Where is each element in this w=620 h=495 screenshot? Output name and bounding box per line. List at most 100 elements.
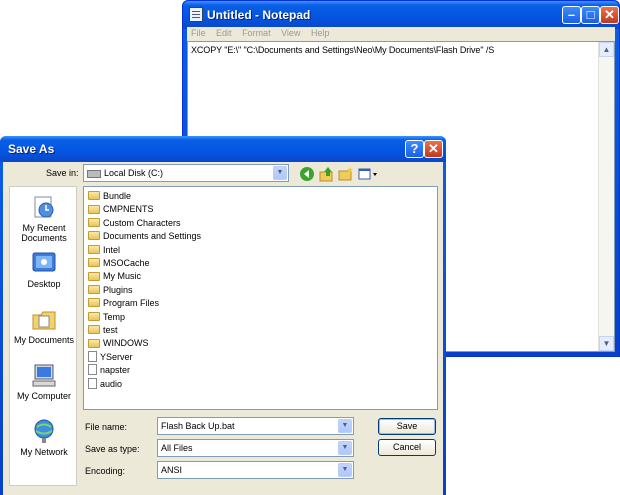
list-item-label: Custom Characters xyxy=(103,217,181,228)
scroll-up-icon[interactable]: ▲ xyxy=(599,42,614,57)
notepad-titlebar[interactable]: Untitled - Notepad – □ ✕ xyxy=(183,1,619,29)
list-item[interactable]: Plugins xyxy=(88,285,133,298)
my-network-icon xyxy=(29,419,59,445)
folder-icon xyxy=(88,204,100,214)
chevron-down-icon[interactable]: ▼ xyxy=(273,166,287,180)
list-item[interactable]: My Music xyxy=(88,271,141,284)
minimize-button[interactable]: – xyxy=(562,6,581,24)
menu-view[interactable]: View xyxy=(281,28,300,38)
list-item-label: audio xyxy=(100,378,123,389)
menu-help[interactable]: Help xyxy=(311,28,330,38)
recent-documents-icon xyxy=(29,195,59,221)
save-as-dialog: Save As ? ✕ Save in: Local Disk (C:) ▼ M… xyxy=(0,136,446,495)
list-item[interactable]: Bundle xyxy=(88,191,131,204)
folder-icon xyxy=(88,284,100,294)
list-item-label: Plugins xyxy=(103,284,133,295)
dialog-body: Save in: Local Disk (C:) ▼ My Recent Doc… xyxy=(3,162,443,495)
folder-icon xyxy=(88,298,100,308)
my-computer-icon xyxy=(29,363,59,389)
list-item-label: Temp xyxy=(103,311,126,322)
place-my-recent-documents[interactable]: My Recent Documents xyxy=(10,195,78,243)
list-item-label: MSOCache xyxy=(103,258,150,268)
place-my-network[interactable]: My Network xyxy=(10,419,78,457)
save-button[interactable]: Save xyxy=(378,418,436,435)
list-item-label: Documents and Settings xyxy=(103,231,202,242)
list-item[interactable]: CMPNENTS xyxy=(88,204,154,217)
maximize-icon: □ xyxy=(586,7,595,22)
file-list[interactable]: Bundle CMPNENTS Custom Characters Documents… xyxy=(83,186,438,410)
list-item-label: Intel xyxy=(103,244,121,255)
folder-icon xyxy=(88,217,100,227)
notepad-content[interactable]: XCOPY "E:\" "C:\Documents and Settings\N… xyxy=(191,45,494,55)
new-folder-button[interactable] xyxy=(338,166,354,182)
places-bar: My Recent Documents Desktop My Documents… xyxy=(9,186,77,486)
save-in-dropdown[interactable]: Local Disk (C:) ▼ xyxy=(83,164,289,182)
drive-icon xyxy=(87,169,101,178)
chevron-down-icon[interactable]: ▼ xyxy=(338,419,352,433)
help-button[interactable]: ? xyxy=(405,140,424,158)
menu-edit[interactable]: Edit xyxy=(216,28,232,38)
list-item-label: Bundle xyxy=(103,191,132,201)
close-icon: ✕ xyxy=(428,141,439,156)
dialog-close-button[interactable]: ✕ xyxy=(424,140,443,158)
place-my-computer[interactable]: My Computer xyxy=(10,363,78,401)
cancel-button[interactable]: Cancel xyxy=(378,439,436,456)
list-item-label: Program Files xyxy=(103,298,160,309)
encoding-dropdown[interactable]: ANSI ▼ xyxy=(157,461,354,479)
list-item[interactable]: Program Files xyxy=(88,298,159,311)
file-icon xyxy=(88,364,97,376)
notepad-title: Untitled - Notepad xyxy=(207,8,311,22)
up-folder-button[interactable] xyxy=(319,166,335,182)
folder-icon xyxy=(88,338,100,348)
maximize-button[interactable]: □ xyxy=(581,6,600,24)
dialog-titlebar[interactable]: Save As ? ✕ xyxy=(0,136,446,162)
place-desktop[interactable]: Desktop xyxy=(10,251,78,289)
minimize-icon: – xyxy=(567,7,576,22)
list-item[interactable]: Temp xyxy=(88,312,125,325)
save-as-type-label: Save as type: xyxy=(85,444,140,454)
list-item[interactable]: Intel xyxy=(88,245,120,258)
save-in-value: Local Disk (C:) xyxy=(87,168,163,178)
chevron-down-icon[interactable]: ▼ xyxy=(338,441,352,455)
folder-icon xyxy=(88,325,100,335)
close-icon: ✕ xyxy=(604,7,615,22)
help-icon: ? xyxy=(410,141,419,156)
dialog-title: Save As xyxy=(8,142,55,156)
list-item[interactable]: Custom Characters xyxy=(88,218,181,231)
views-menu-button[interactable] xyxy=(358,166,378,182)
save-in-label: Save in: xyxy=(46,168,79,178)
folder-icon xyxy=(88,244,100,254)
folder-icon xyxy=(88,191,100,201)
list-item[interactable]: napster xyxy=(88,364,131,378)
up-folder-icon xyxy=(319,167,333,182)
chevron-down-icon[interactable]: ▼ xyxy=(338,463,352,477)
back-button[interactable] xyxy=(299,166,315,182)
list-item-label: CMPNENTS xyxy=(103,204,154,215)
list-item[interactable]: YServer xyxy=(88,350,133,365)
file-icon xyxy=(88,377,97,389)
list-item-label: My Music xyxy=(103,271,141,282)
folder-icon xyxy=(88,271,100,281)
scroll-down-icon[interactable]: ▼ xyxy=(599,336,614,351)
my-documents-icon xyxy=(29,307,59,333)
list-item[interactable]: Documents and Settings xyxy=(88,231,201,244)
file-name-field[interactable]: Flash Back Up.bat ▼ xyxy=(157,417,354,435)
list-item[interactable]: test xyxy=(88,325,118,338)
place-my-documents[interactable]: My Documents xyxy=(10,307,78,345)
save-as-type-dropdown[interactable]: All Files ▼ xyxy=(157,439,354,457)
back-icon xyxy=(300,167,314,181)
list-item[interactable]: audio xyxy=(88,377,123,392)
menu-file[interactable]: File xyxy=(191,28,206,38)
folder-icon xyxy=(88,311,100,321)
menu-format[interactable]: Format xyxy=(242,28,271,38)
folder-icon xyxy=(88,231,100,241)
list-item[interactable]: MSOCache xyxy=(88,258,150,271)
file-icon xyxy=(88,350,97,362)
notepad-menubar: File Edit Format View Help xyxy=(187,27,615,41)
list-item-label: napster xyxy=(100,365,131,376)
list-item[interactable]: WINDOWS xyxy=(88,338,149,351)
close-button[interactable]: ✕ xyxy=(600,6,619,24)
views-icon xyxy=(358,168,377,180)
list-item-label: YServer xyxy=(100,351,133,362)
vertical-scrollbar[interactable]: ▲ ▼ xyxy=(598,42,614,351)
